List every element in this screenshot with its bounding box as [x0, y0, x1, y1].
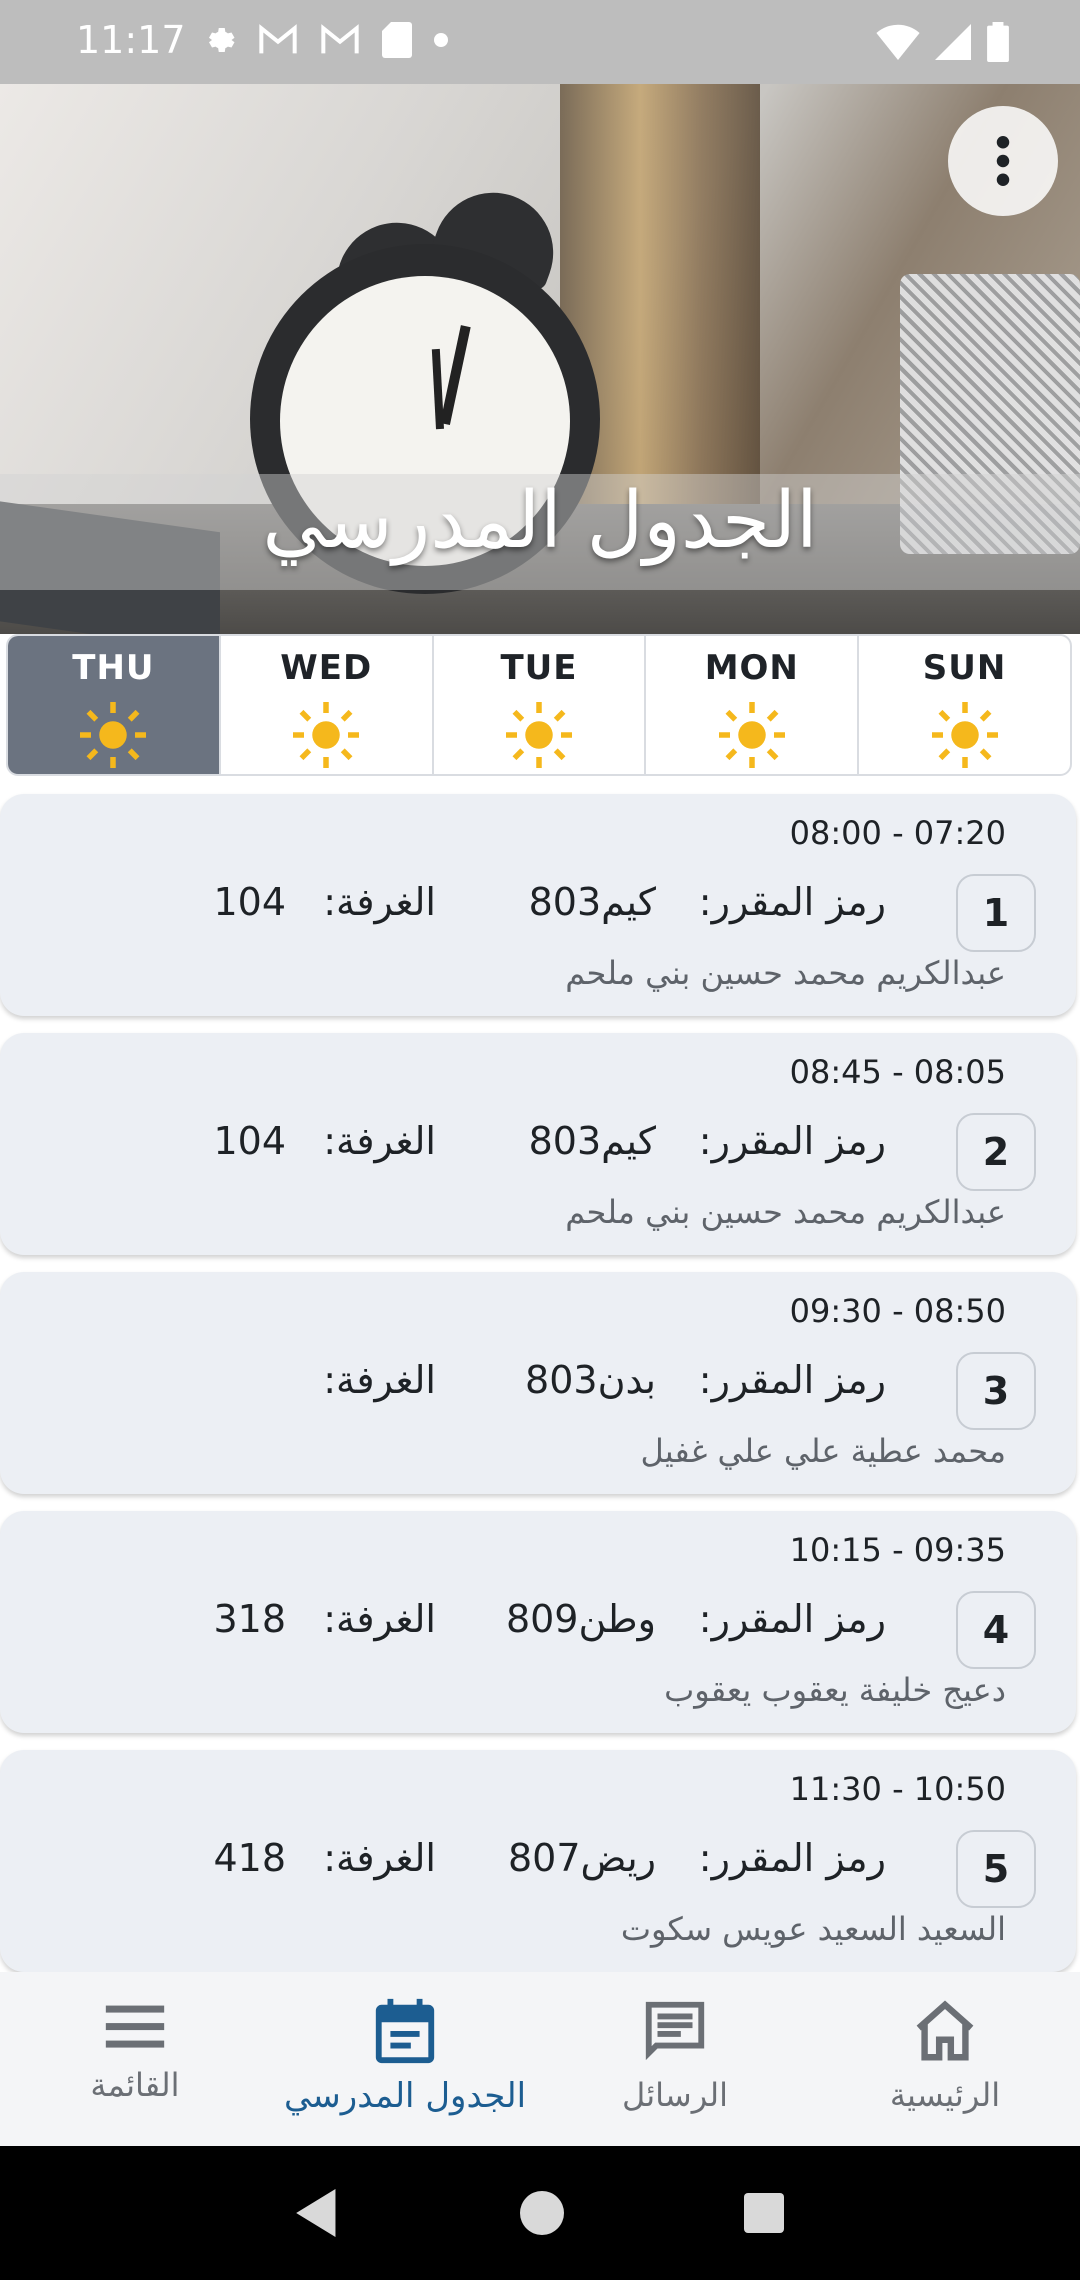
sun-icon: [931, 702, 998, 768]
teacher-name: محمد عطية علي علي غفيل: [640, 1432, 1006, 1470]
course-code: كيم803: [528, 1119, 656, 1163]
calendar-icon: [375, 1998, 435, 2064]
course-code: وطن809: [505, 1597, 656, 1641]
messages-icon: [645, 2001, 705, 2061]
gmail-icon: [321, 24, 359, 54]
tab-day-mon[interactable]: MON: [646, 636, 860, 774]
schedule-card[interactable]: 09:30 - 08:50 3 رمز المقرر: بدن803 الغرف…: [0, 1272, 1076, 1494]
schedule-card[interactable]: 11:30 - 10:50 5 رمز المقرر: ريض807 الغرف…: [0, 1750, 1076, 1972]
room-number: 318: [213, 1597, 286, 1641]
day-label: WED: [280, 648, 373, 688]
battery-icon: [987, 22, 1009, 62]
period-time: 11:30 - 10:50: [789, 1770, 1006, 1808]
room-number: 104: [213, 880, 286, 924]
period-time: 08:45 - 08:05: [789, 1053, 1006, 1091]
more-vert-icon: [996, 136, 1010, 186]
wifi-icon: [876, 24, 920, 60]
day-label: TUE: [500, 648, 578, 688]
course-code-label: رمز المقرر:: [698, 1597, 886, 1641]
sun-icon: [293, 702, 360, 768]
room-label: الغرفة:: [323, 880, 436, 924]
period-number: 4: [956, 1591, 1036, 1669]
nav-item-home[interactable]: الرئيسية: [810, 1972, 1080, 2146]
nav-item-menu[interactable]: القائمة: [0, 1972, 270, 2146]
page-title: الجدول المدرسي: [262, 476, 818, 566]
sun-icon: [80, 702, 147, 768]
nav-label: القائمة: [90, 2066, 180, 2104]
more-options-button[interactable]: [948, 106, 1058, 216]
period-number: 2: [956, 1113, 1036, 1191]
schedule-card[interactable]: 08:00 - 07:20 1 رمز المقرر: كيم803 الغرف…: [0, 794, 1076, 1016]
home-icon: [916, 2000, 974, 2061]
schedule-card[interactable]: 08:45 - 08:05 2 رمز المقرر: كيم803 الغرف…: [0, 1033, 1076, 1255]
day-label: SUN: [922, 648, 1007, 688]
back-icon[interactable]: [296, 2189, 340, 2237]
room-label: الغرفة:: [323, 1597, 436, 1641]
sd-card-icon: [382, 22, 412, 58]
home-circle-icon[interactable]: [520, 2191, 564, 2235]
menu-icon: [105, 2005, 165, 2048]
signal-icon: [935, 24, 971, 60]
tab-day-thu[interactable]: THU: [8, 636, 221, 774]
header-banner: الجدول المدرسي: [0, 84, 1080, 634]
period-number: 1: [956, 874, 1036, 952]
period-time: 08:00 - 07:20: [789, 814, 1006, 852]
nav-item-messages[interactable]: الرسائل: [540, 1972, 810, 2146]
day-tabs: THU WED TUE MON SUN: [6, 634, 1072, 776]
sun-icon: [505, 702, 572, 768]
day-label: MON: [704, 648, 799, 688]
course-code-label: رمز المقرر:: [698, 880, 886, 924]
period-time: 09:30 - 08:50: [789, 1292, 1006, 1330]
teacher-name: عبدالكريم محمد حسين بني ملحم: [565, 954, 1006, 992]
schedule-card[interactable]: 10:15 - 09:35 4 رمز المقرر: وطن809 الغرف…: [0, 1511, 1076, 1733]
recents-icon[interactable]: [744, 2193, 784, 2233]
dot-icon: [434, 33, 448, 47]
schedule-list[interactable]: 08:00 - 07:20 1 رمز المقرر: كيم803 الغرف…: [0, 790, 1080, 1972]
course-code-label: رمز المقرر:: [698, 1119, 886, 1163]
teacher-name: دعيج خليفة يعقوب يعقوب: [664, 1671, 1006, 1709]
tab-day-wed[interactable]: WED: [221, 636, 434, 774]
tab-day-sun[interactable]: SUN: [859, 636, 1070, 774]
course-code-label: رمز المقرر:: [698, 1358, 886, 1402]
system-navigation-bar: [0, 2146, 1080, 2280]
nav-label: الجدول المدرسي: [283, 2076, 527, 2116]
course-code: بدن803: [525, 1358, 656, 1402]
course-code: ريض807: [507, 1836, 656, 1880]
room-number: 104: [213, 1119, 286, 1163]
status-time: 11:17: [76, 18, 186, 62]
tab-day-tue[interactable]: TUE: [434, 636, 647, 774]
period-time: 10:15 - 09:35: [789, 1531, 1006, 1569]
bottom-navigation: القائمة الجدول المدرسي الرسائل الرئيسية: [0, 1972, 1080, 2146]
teacher-name: السعيد السعيد عويس سكوت: [620, 1910, 1006, 1948]
sun-icon: [718, 702, 785, 768]
room-label: الغرفة:: [323, 1836, 436, 1880]
day-label: THU: [72, 648, 155, 688]
nav-label: الرئيسية: [889, 2076, 1001, 2114]
status-bar: 11:17: [0, 0, 1080, 84]
settings-icon: [209, 28, 235, 52]
period-number: 3: [956, 1352, 1036, 1430]
period-number: 5: [956, 1830, 1036, 1908]
nav-label: الرسائل: [622, 2076, 728, 2114]
course-code-label: رمز المقرر:: [698, 1836, 886, 1880]
gmail-icon: [259, 24, 297, 54]
teacher-name: عبدالكريم محمد حسين بني ملحم: [565, 1193, 1006, 1231]
room-label: الغرفة:: [323, 1119, 436, 1163]
nav-item-schedule[interactable]: الجدول المدرسي: [270, 1972, 540, 2146]
room-number: 418: [213, 1836, 286, 1880]
course-code: كيم803: [528, 880, 656, 924]
room-label: الغرفة:: [323, 1358, 436, 1402]
